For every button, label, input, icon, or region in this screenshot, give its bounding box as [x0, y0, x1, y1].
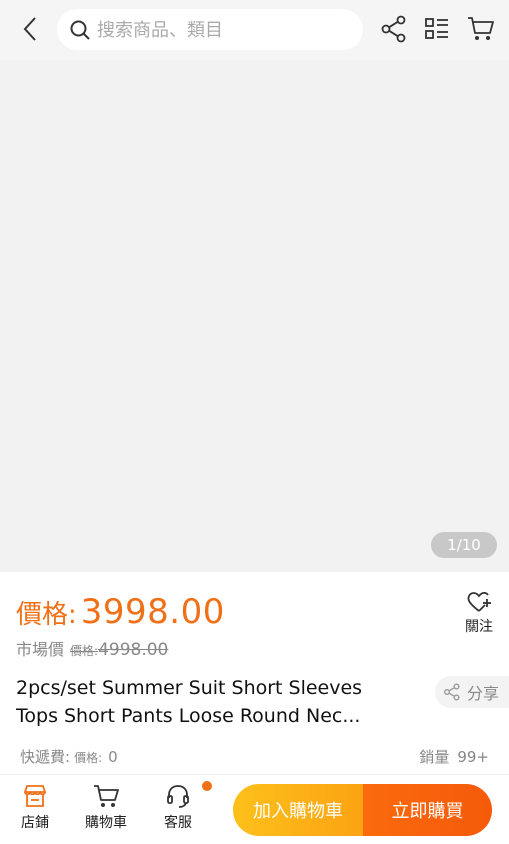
market-price-row: 市場價 價格: 4998.00 — [16, 636, 168, 660]
share-icon — [444, 683, 460, 701]
store-icon — [24, 785, 46, 807]
price-value: 3998.00 — [80, 592, 225, 632]
product-image-gallery[interactable]: 1/10 — [0, 60, 509, 572]
sales-label: 銷量 — [419, 748, 450, 766]
heart-plus-icon — [467, 591, 491, 612]
share-label: 分享 — [467, 684, 500, 703]
sales-count: 銷量 99+ — [419, 746, 489, 767]
store-button[interactable]: 店鋪 — [8, 783, 62, 832]
sales-value: 99+ — [457, 748, 489, 766]
product-title-line: 2pcs/set Summer Suit Short Sleeves — [16, 677, 363, 699]
add-to-cart-button[interactable]: 加入購物車 — [233, 784, 363, 836]
bottom-action-bar: 店鋪 購物車 客服 加入購物車 立即購買 — [0, 774, 509, 844]
cart-label: 購物車 — [85, 815, 127, 831]
shipping-fee-value: 0 — [108, 748, 118, 766]
shipping-sub-label: 價格: — [74, 751, 103, 765]
price-row: 價格 : 3998.00 — [16, 592, 225, 636]
product-info: 價格 : 3998.00 關注 市場價 價格: 4998.00 2pcs/set… — [0, 572, 509, 774]
follow-button[interactable]: 關注 — [463, 590, 495, 636]
market-price-label: 市場價 — [16, 640, 65, 659]
price-colon: : — [68, 600, 77, 630]
store-label: 店鋪 — [21, 815, 49, 831]
search-bar[interactable] — [57, 9, 363, 50]
search-icon — [70, 20, 90, 40]
service-label: 客服 — [164, 815, 192, 831]
shipping-fee-row: 快遞費: 價格: 0 — [20, 746, 118, 767]
cart-icon[interactable] — [466, 14, 496, 44]
market-price-sub-label: 價格: — [70, 644, 99, 658]
product-title-line: Tops Short Pants Loose Round Nec... — [16, 705, 361, 727]
top-bar — [0, 0, 509, 60]
customer-service-button[interactable]: 客服 — [151, 783, 205, 832]
market-price-value: 4998.00 — [98, 640, 169, 660]
buy-now-button[interactable]: 立即購買 — [363, 784, 492, 836]
share-icon[interactable] — [379, 14, 409, 44]
category-list-icon[interactable] — [422, 14, 452, 44]
follow-label: 關注 — [465, 619, 493, 635]
cart-icon — [94, 785, 119, 807]
search-input[interactable] — [97, 17, 347, 43]
notification-dot — [202, 781, 212, 791]
price-label: 價格 — [16, 600, 69, 630]
image-counter: 1/10 — [431, 532, 497, 558]
headset-icon — [167, 785, 189, 808]
cart-nav-button[interactable]: 購物車 — [79, 783, 133, 832]
back-arrow-icon[interactable] — [16, 14, 46, 44]
shipping-label: 快遞費: — [20, 748, 71, 766]
share-button[interactable]: 分享 — [435, 676, 509, 708]
product-title: 2pcs/set Summer Suit Short Sleeves Tops … — [16, 674, 416, 730]
